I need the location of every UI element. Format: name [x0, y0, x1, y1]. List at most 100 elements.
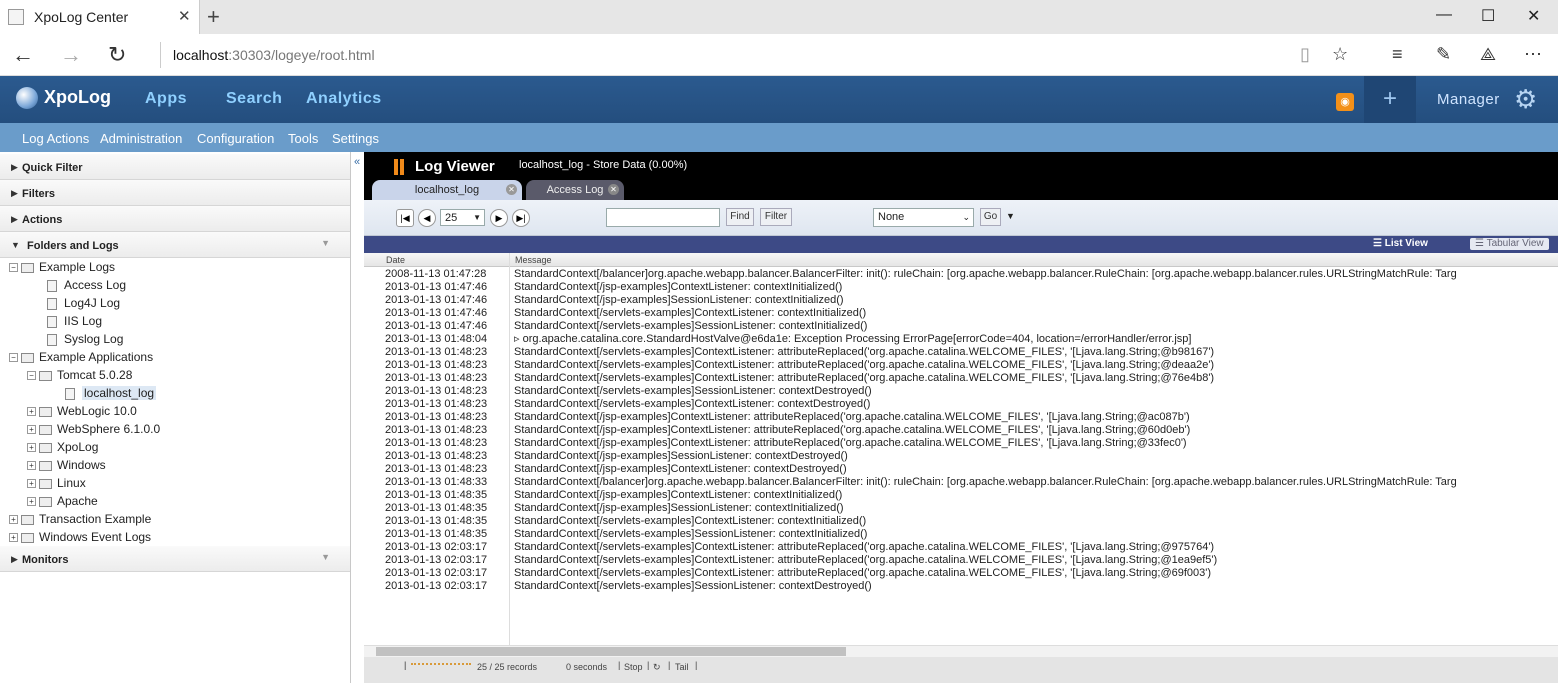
tree-folder[interactable]: + Windows Event Logs: [9, 530, 151, 546]
previous-page-icon[interactable]: ◀: [418, 209, 436, 227]
column-message[interactable]: Message: [515, 255, 552, 265]
refresh-icon[interactable]: ↻: [653, 662, 661, 673]
tree-folder[interactable]: − Example Applications: [9, 350, 153, 366]
tree-folder[interactable]: + Windows: [27, 458, 106, 474]
tree-log[interactable]: Access Log: [47, 278, 126, 294]
refresh-icon[interactable]: ↻: [108, 42, 126, 68]
close-tab-icon[interactable]: ✕: [178, 7, 191, 25]
filter-button[interactable]: Filter: [760, 208, 792, 226]
favorite-star-icon[interactable]: ☆: [1332, 44, 1348, 65]
gear-icon[interactable]: ⚙: [1514, 84, 1537, 115]
last-page-icon[interactable]: ▶|: [512, 209, 530, 227]
nav-analytics[interactable]: Analytics: [306, 90, 382, 108]
expand-icon[interactable]: +: [27, 425, 36, 435]
table-row[interactable]: 2013-01-13 02:03:17 StandardContext[/serv…: [364, 580, 1558, 593]
first-page-icon[interactable]: |◀: [396, 209, 414, 227]
go-button[interactable]: Go: [980, 208, 1001, 226]
table-row[interactable]: 2013-01-13 01:47:46 StandardContext[/serv…: [364, 320, 1558, 333]
table-row[interactable]: 2013-01-13 01:47:46 StandardContext[/serv…: [364, 307, 1558, 320]
close-window-icon[interactable]: ✕: [1527, 6, 1540, 26]
add-icon[interactable]: +: [1364, 76, 1416, 123]
subnav-settings[interactable]: Settings: [332, 131, 379, 146]
tree-folder[interactable]: + XpoLog: [27, 440, 98, 456]
table-row[interactable]: 2013-01-13 01:48:23 StandardContext[/serv…: [364, 372, 1558, 385]
table-row[interactable]: 2013-01-13 01:48:23 StandardContext[/jsp-…: [364, 424, 1558, 437]
url-field[interactable]: localhost:30303/logeye/root.html: [160, 42, 375, 68]
table-row[interactable]: 2013-01-13 01:48:23 StandardContext[/serv…: [364, 385, 1558, 398]
table-row[interactable]: 2013-01-13 02:03:17 StandardContext[/serv…: [364, 554, 1558, 567]
browser-tab[interactable]: XpoLog Center ✕: [0, 0, 200, 34]
more-icon[interactable]: ⋯: [1524, 44, 1542, 65]
table-row[interactable]: 2013-01-13 01:48:04 ▹ org.apache.catalina…: [364, 333, 1558, 346]
table-row[interactable]: 2013-01-13 01:48:35 StandardContext[/serv…: [364, 515, 1558, 528]
expand-icon[interactable]: +: [27, 407, 36, 417]
table-row[interactable]: 2013-01-13 01:48:23 StandardContext[/jsp-…: [364, 463, 1558, 476]
close-tab-icon[interactable]: ✕: [506, 184, 517, 195]
web-note-icon[interactable]: ✎: [1436, 44, 1451, 65]
dropdown-icon[interactable]: ▼: [321, 238, 330, 248]
close-tab-icon[interactable]: ✕: [608, 184, 619, 195]
table-row[interactable]: 2013-01-13 01:48:35 StandardContext[/jsp-…: [364, 502, 1558, 515]
table-row[interactable]: 2013-01-13 01:47:46 StandardContext[/jsp-…: [364, 281, 1558, 294]
tree-folder[interactable]: + WebLogic 10.0: [27, 404, 137, 420]
tree-folder[interactable]: − Tomcat 5.0.28: [27, 368, 132, 384]
tree-log[interactable]: IIS Log: [47, 314, 102, 330]
collapse-icon[interactable]: −: [9, 353, 18, 363]
section-monitors[interactable]: ▶ Monitors ▼: [0, 546, 350, 572]
collapse-icon[interactable]: −: [27, 371, 36, 381]
section-folders-and-logs[interactable]: ▼ Folders and Logs ▼: [0, 232, 350, 258]
find-input[interactable]: [606, 208, 720, 227]
collapse-icon[interactable]: −: [9, 263, 18, 273]
dropdown-icon[interactable]: ▼: [321, 552, 330, 562]
scrollbar-thumb[interactable]: [376, 647, 846, 656]
table-row[interactable]: 2013-01-13 01:48:23 StandardContext[/serv…: [364, 359, 1558, 372]
tree-folder[interactable]: − Example Logs: [9, 260, 115, 276]
tree-folder[interactable]: + Linux: [27, 476, 86, 492]
table-row[interactable]: 2008-11-13 01:47:28 StandardContext[/bala…: [364, 268, 1558, 281]
hub-icon[interactable]: ≡: [1392, 44, 1403, 65]
action-select[interactable]: None ⌄: [873, 208, 974, 227]
table-row[interactable]: 2013-01-13 01:48:35 StandardContext[/jsp-…: [364, 489, 1558, 502]
subnav-configuration[interactable]: Configuration: [197, 131, 274, 146]
minimize-icon[interactable]: —: [1436, 6, 1452, 24]
table-row[interactable]: 2013-01-13 02:03:17 StandardContext[/serv…: [364, 541, 1558, 554]
section-filters[interactable]: ▶ Filters: [0, 180, 350, 206]
table-row[interactable]: 2013-01-13 01:48:35 StandardContext[/serv…: [364, 528, 1558, 541]
table-row[interactable]: 2013-01-13 01:48:23 StandardContext[/jsp-…: [364, 411, 1558, 424]
expand-icon[interactable]: +: [9, 515, 18, 525]
list-view-button[interactable]: ☰ List View: [1373, 238, 1428, 249]
reading-view-icon[interactable]: ▯: [1300, 44, 1310, 65]
find-button[interactable]: Find: [726, 208, 754, 226]
table-row[interactable]: 2013-01-13 01:48:23 StandardContext[/serv…: [364, 398, 1558, 411]
page-size-select[interactable]: 25 ▼: [440, 209, 485, 226]
forward-icon[interactable]: →: [60, 42, 82, 68]
tab-access-log[interactable]: Access Log ✕: [526, 180, 624, 200]
next-page-icon[interactable]: ▶: [490, 209, 508, 227]
expand-icon[interactable]: +: [27, 461, 36, 471]
nav-search[interactable]: Search: [226, 90, 282, 108]
back-icon[interactable]: ←: [12, 42, 34, 68]
tree-folder[interactable]: + Apache: [27, 494, 98, 510]
new-tab-icon[interactable]: +: [207, 4, 220, 30]
table-row[interactable]: 2013-01-13 01:47:46 StandardContext[/jsp-…: [364, 294, 1558, 307]
xpolog-logo[interactable]: XpoLog: [16, 87, 111, 110]
table-row[interactable]: 2013-01-13 01:48:23 StandardContext[/serv…: [364, 346, 1558, 359]
expand-icon[interactable]: +: [27, 479, 36, 489]
tab-localhost-log[interactable]: localhost_log ✕: [372, 180, 522, 200]
collapse-panel-icon[interactable]: «: [354, 156, 360, 168]
subnav-log-actions[interactable]: Log Actions: [22, 131, 89, 146]
manager-link[interactable]: Manager: [1437, 91, 1500, 108]
go-menu-dropdown-icon[interactable]: ▼: [1006, 211, 1015, 221]
stop-button[interactable]: Stop: [624, 662, 643, 672]
tree-log[interactable]: localhost_log: [65, 386, 157, 402]
tree-folder[interactable]: + Transaction Example: [9, 512, 151, 528]
subnav-administration[interactable]: Administration: [100, 131, 182, 146]
table-row[interactable]: 2013-01-13 01:48:23 StandardContext[/jsp-…: [364, 437, 1558, 450]
maximize-icon[interactable]: ☐: [1481, 6, 1495, 26]
subnav-tools[interactable]: Tools: [288, 131, 318, 146]
horizontal-scrollbar[interactable]: [364, 645, 1558, 657]
tree-log[interactable]: Syslog Log: [47, 332, 123, 348]
section-quick-filter[interactable]: ▶ Quick Filter: [0, 154, 350, 180]
table-row[interactable]: 2013-01-13 01:48:23 StandardContext[/jsp-…: [364, 450, 1558, 463]
share-icon[interactable]: ⟁: [1480, 44, 1496, 65]
